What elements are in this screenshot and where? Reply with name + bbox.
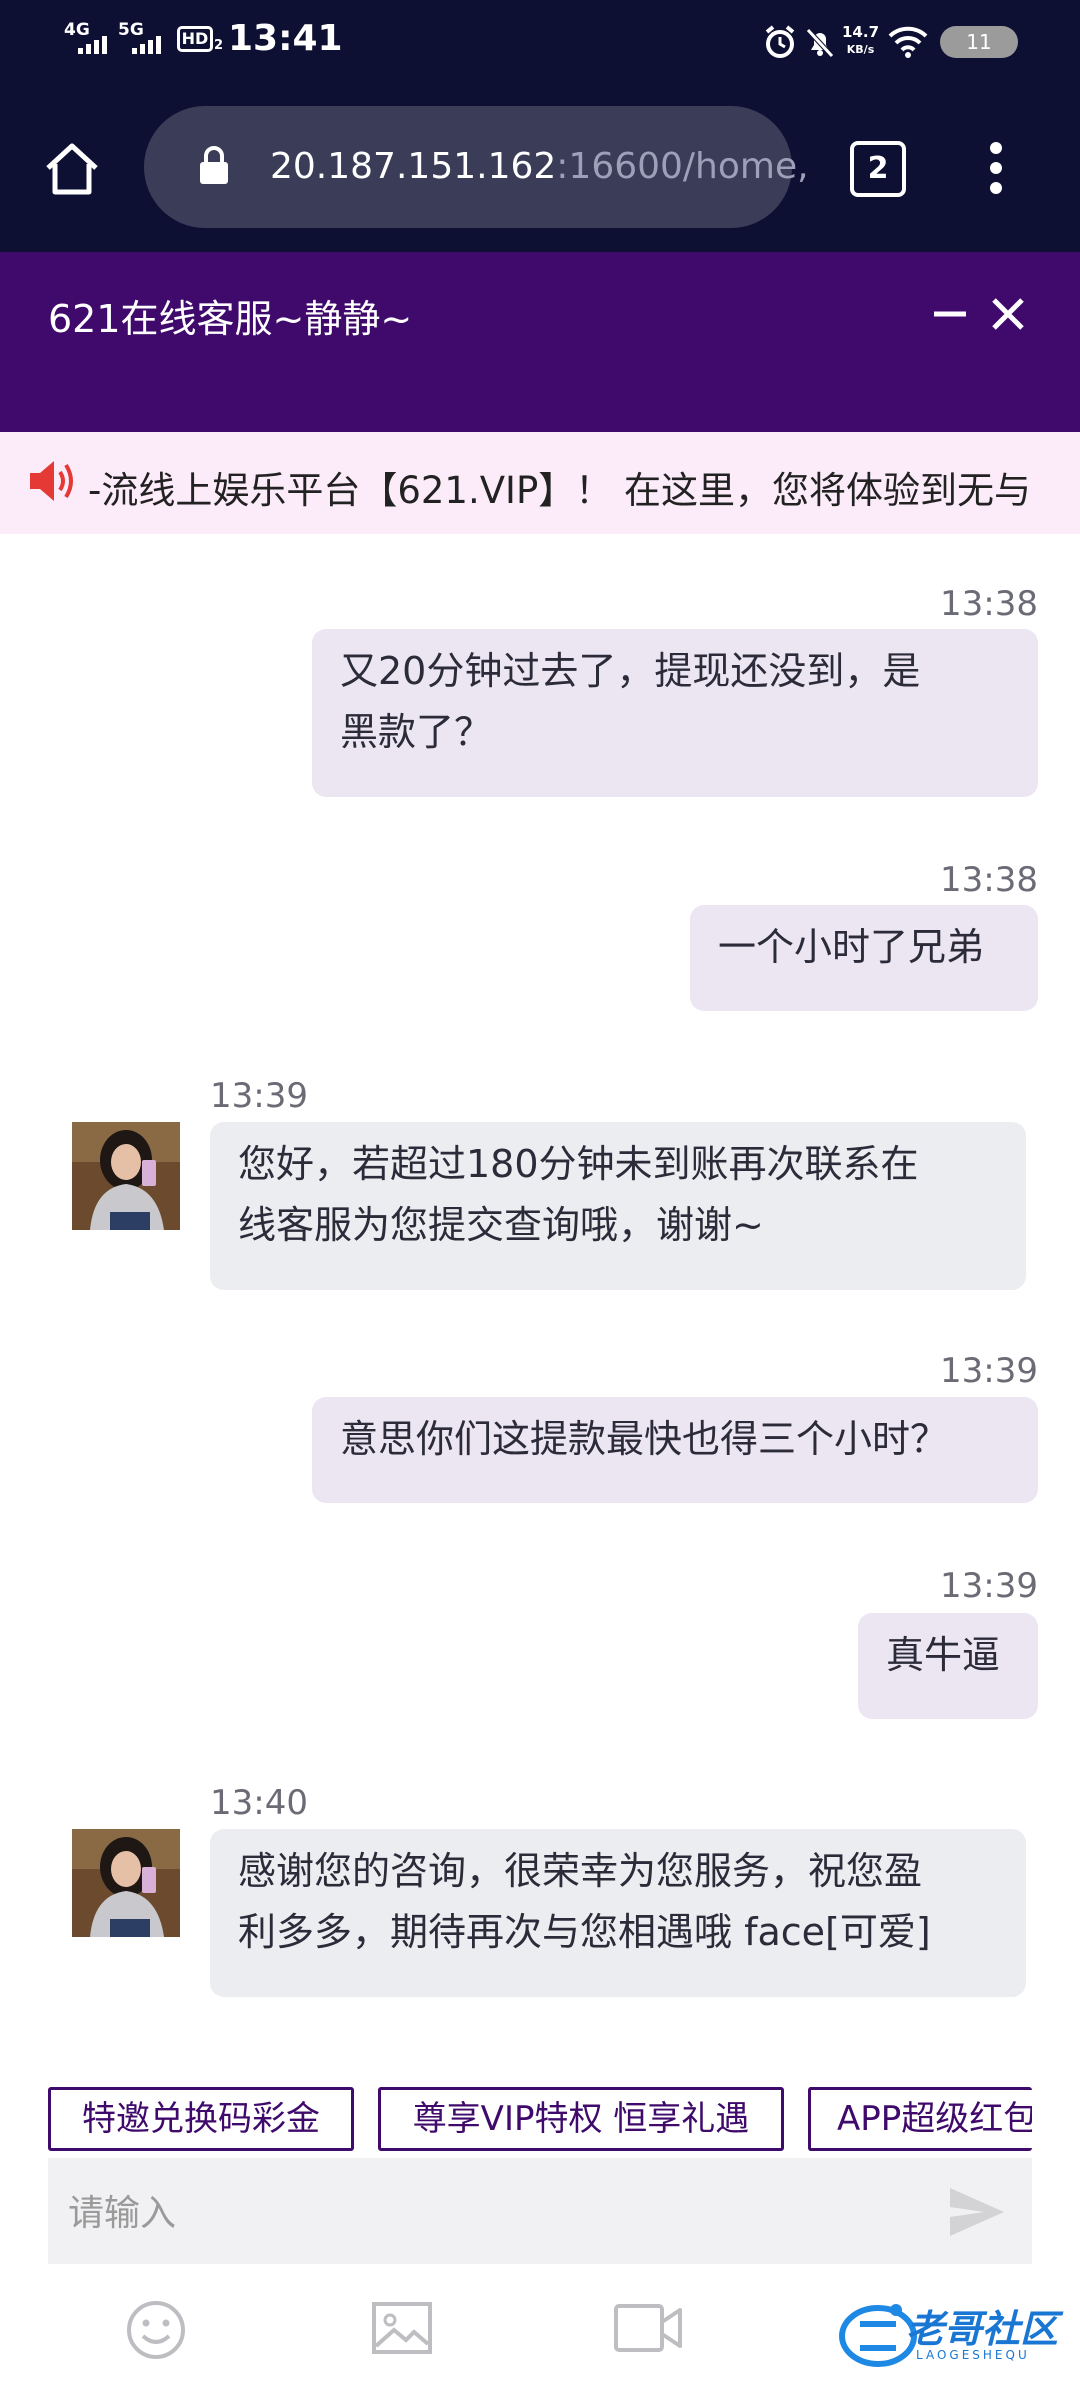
image-icon[interactable] <box>370 2298 434 2358</box>
battery-indicator: 11 <box>940 26 1018 58</box>
message-line: 一个小时了兄弟 <box>718 925 985 969</box>
message-timestamp: 13:39 <box>940 1566 1038 1606</box>
mute-bell-icon <box>806 28 834 58</box>
network-speed: 14.7 KB/s <box>842 23 880 56</box>
avatar-photo-icon <box>72 1122 180 1230</box>
message-timestamp: 13:38 <box>940 584 1038 624</box>
message-line: 意思你们这提款最快也得三个小时？ <box>340 1417 949 1461</box>
message-timestamp: 13:38 <box>940 860 1038 900</box>
my-message-bubble: 一个小时了兄弟 <box>690 905 1038 1011</box>
agent-message-bubble: 您好，若超过180分钟未到账再次联系在 线客服为您提交查询哦，谢谢~ <box>210 1122 1026 1290</box>
message-line: 感谢您的咨询，很荣幸为您服务，祝您盈 <box>238 1849 923 1893</box>
home-icon[interactable] <box>42 140 102 198</box>
message-line: 您好，若超过180分钟未到账再次联系在 <box>238 1142 919 1186</box>
minimize-icon[interactable] <box>932 296 968 332</box>
my-message-bubble: 真牛逼 <box>858 1613 1038 1719</box>
quick-reply-button[interactable]: 特邀兑换码彩金 <box>48 2087 354 2151</box>
agent-message-bubble: 感谢您的咨询，很荣幸为您服务，祝您盈 利多多，期待再次与您相遇哦 face[可爱… <box>210 1829 1026 1997</box>
clock-time: 13:41 <box>228 18 343 59</box>
my-message-bubble: 意思你们这提款最快也得三个小时？ <box>312 1397 1038 1503</box>
quick-reply-button[interactable]: 尊享VIP特权 恒享礼遇 <box>378 2087 784 2151</box>
message-line: 利多多，期待再次与您相遇哦 face[可爱] <box>238 1910 931 1954</box>
alarm-icon <box>765 25 795 58</box>
url-text[interactable]: 20.187.151.162:16600/home, <box>270 146 809 187</box>
message-timestamp: 13:39 <box>940 1351 1038 1391</box>
chat-title: 621在线客服~静静~ <box>48 297 413 341</box>
message-timestamp: 13:40 <box>210 1783 308 1823</box>
watermark-text: 老哥社区 <box>906 2307 1059 2351</box>
my-message-bubble: 又20分钟过去了，提现还没到，是 黑款了？ <box>312 629 1038 797</box>
video-icon[interactable] <box>612 2298 684 2358</box>
tab-switcher-button[interactable]: 2 <box>850 141 906 197</box>
message-line: 黑款了？ <box>340 710 493 754</box>
message-line: 真牛逼 <box>886 1633 1001 1677</box>
signal-bars-icon <box>78 34 107 54</box>
signal-bars-icon <box>132 34 161 54</box>
emoji-icon[interactable] <box>124 2298 188 2362</box>
hd-sub-label: 2 <box>214 38 224 53</box>
avatar-photo-icon <box>72 1829 180 1937</box>
send-icon[interactable] <box>948 2184 1006 2240</box>
hd-voice-icon: HD <box>177 26 213 52</box>
message-line: 线客服为您提交查询哦，谢谢~ <box>238 1203 764 1247</box>
lock-icon <box>200 146 228 184</box>
watermark-subtext: LAOGESHEQU <box>916 2348 1030 2362</box>
speaker-icon <box>30 461 73 501</box>
quick-reply-button[interactable]: APP超级红包 <box>808 2087 1032 2151</box>
agent-avatar <box>72 1122 180 1230</box>
message-timestamp: 13:39 <box>210 1076 308 1116</box>
wifi-icon <box>888 26 928 58</box>
close-icon[interactable] <box>990 296 1026 332</box>
message-line: 又20分钟过去了，提现还没到，是 <box>340 649 921 693</box>
agent-avatar <box>72 1829 180 1937</box>
announcement-text: -流线上娱乐平台【621.VIP】！ 在这里，您将体验到无与 <box>88 469 1032 512</box>
watermark-logo: 老哥社区 LAOGESHEQU <box>838 2296 1074 2368</box>
message-input[interactable] <box>66 2172 930 2254</box>
more-options-icon[interactable] <box>984 140 1008 196</box>
